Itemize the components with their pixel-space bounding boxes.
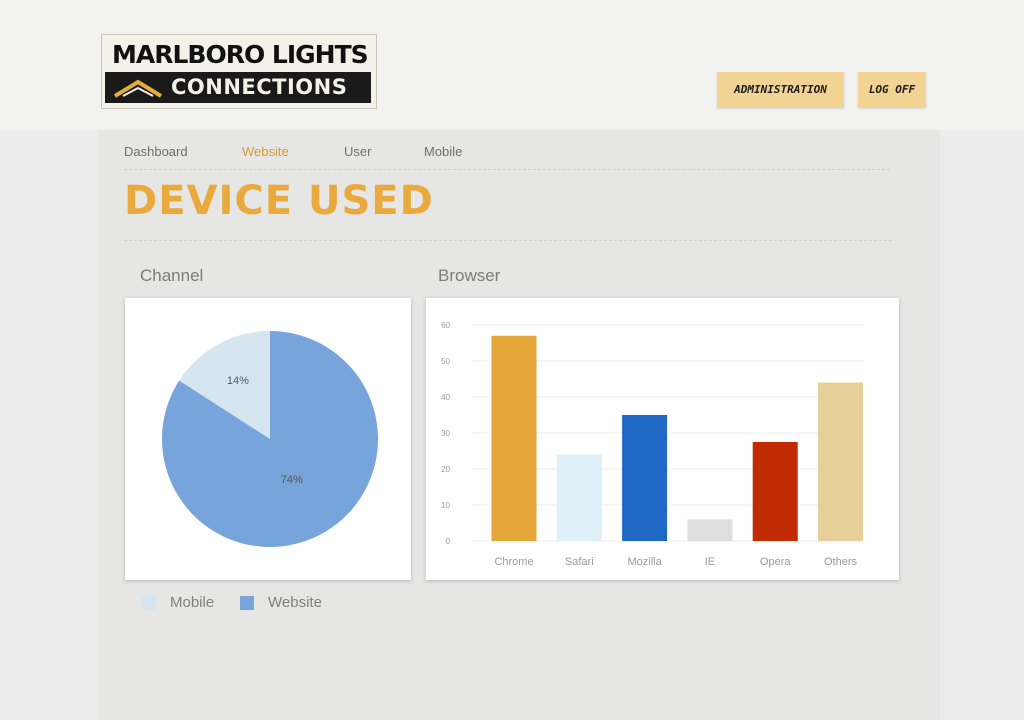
y-tick-label: 40 <box>441 393 450 402</box>
x-tick-label-others: Others <box>824 556 858 568</box>
legend-label-website: Website <box>268 594 322 611</box>
logo-bottom-text: CONNECTIONS <box>171 75 348 99</box>
x-tick-label-opera: Opera <box>760 556 791 568</box>
channel-pie-chart: 14% 74% <box>161 331 378 547</box>
channel-heading: Channel <box>140 266 204 285</box>
legend-label-mobile: Mobile <box>170 594 215 611</box>
bar-opera <box>752 442 798 541</box>
log-off-button[interactable]: LOG OFF <box>858 72 926 108</box>
browser-chart-card: 0 10 20 30 40 50 60 Chrome Safari Mozilla IE Opera O… <box>426 298 899 580</box>
browser-heading: Browser <box>438 266 501 285</box>
chevron-roof-icon <box>113 79 163 98</box>
bar-others <box>818 382 863 541</box>
x-tick-label-chrome: Chrome <box>494 556 533 568</box>
browser-bar-chart: 0 10 20 30 40 50 60 Chrome Safari Mozilla IE Opera O… <box>441 321 864 568</box>
legend-swatch-mobile <box>142 596 156 610</box>
pie-label-mobile: 14% <box>227 375 249 387</box>
nav-divider <box>124 169 890 170</box>
page-title: DEVICE USED <box>124 178 434 224</box>
bar-safari <box>556 454 602 541</box>
tab-dashboard[interactable]: Dashboard <box>124 144 188 159</box>
title-divider <box>124 240 892 241</box>
y-tick-label: 10 <box>441 501 450 510</box>
y-tick-label: 20 <box>441 465 450 474</box>
pie-label-website: 74% <box>281 474 303 486</box>
logo-top-text: MARLBORO LIGHTS <box>112 40 369 69</box>
channel-chart-card: 14% 74% <box>125 298 411 580</box>
administration-button[interactable]: ADMINISTRATION <box>717 72 844 108</box>
logo-bar: CONNECTIONS <box>105 72 371 103</box>
x-tick-label-ie: IE <box>705 556 715 568</box>
x-tick-label-safari: Safari <box>565 556 594 568</box>
tab-user[interactable]: User <box>344 144 371 159</box>
y-tick-label: 60 <box>441 321 450 330</box>
tab-mobile[interactable]: Mobile <box>424 144 462 159</box>
x-tick-label-mozilla: Mozilla <box>627 556 662 568</box>
y-tick-label: 0 <box>446 537 451 546</box>
brand-logo[interactable]: MARLBORO LIGHTS CONNECTIONS <box>101 34 377 109</box>
y-tick-label: 50 <box>441 357 450 366</box>
bar-chrome <box>491 335 537 541</box>
y-tick-label: 30 <box>441 429 450 438</box>
bar-mozilla <box>622 415 668 541</box>
tab-website[interactable]: Website <box>242 144 289 159</box>
bar-ie <box>687 519 733 541</box>
legend-swatch-website <box>240 596 254 610</box>
